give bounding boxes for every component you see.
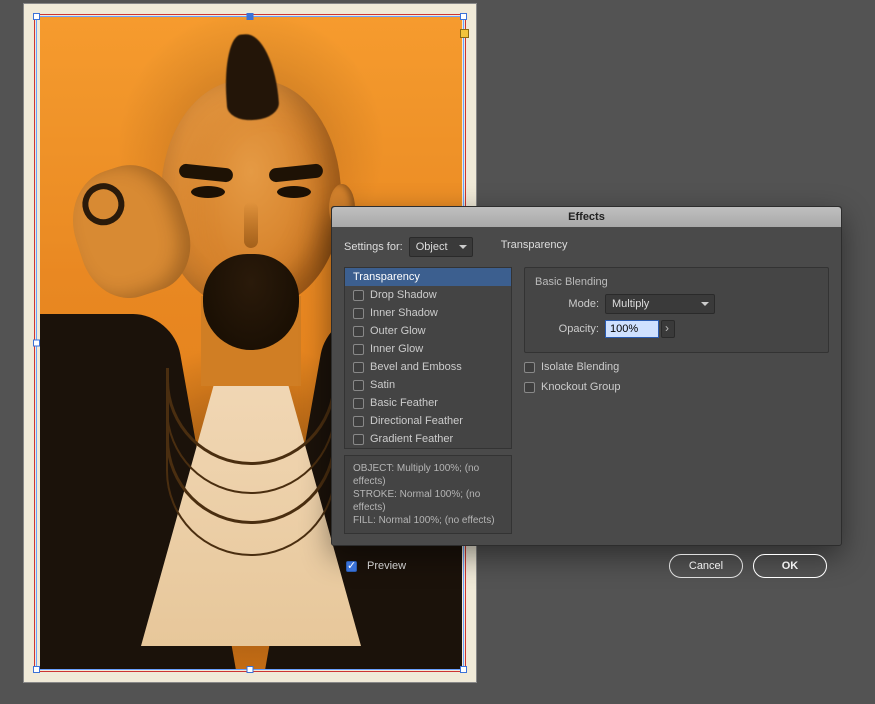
figure-eye-right <box>277 186 311 198</box>
summary-stroke: STROKE: Normal 100%; (no effects) <box>353 488 503 514</box>
effect-outer-glow[interactable]: Outer Glow <box>345 322 511 340</box>
effect-label: Outer Glow <box>370 325 426 337</box>
isolate-blending-checkbox[interactable] <box>524 362 535 373</box>
settings-for-label: Settings for: <box>344 241 403 253</box>
effect-gradient-feather[interactable]: Gradient Feather <box>345 430 511 448</box>
effect-label: Gradient Feather <box>370 433 453 445</box>
effect-drop-shadow[interactable]: Drop Shadow <box>345 286 511 304</box>
summary-fill: FILL: Normal 100%; (no effects) <box>353 514 503 527</box>
knockout-group-row[interactable]: Knockout Group <box>524 381 829 393</box>
opacity-label: Opacity: <box>535 323 599 335</box>
effect-directional-feather[interactable]: Directional Feather <box>345 412 511 430</box>
figure-eye-left <box>191 186 225 198</box>
effect-checkbox[interactable] <box>353 416 364 427</box>
effect-label: Basic Feather <box>370 397 438 409</box>
effect-checkbox[interactable] <box>353 290 364 301</box>
figure-nose <box>244 202 258 248</box>
cancel-button[interactable]: Cancel <box>669 554 743 578</box>
resize-handle-sw[interactable] <box>33 666 40 673</box>
effect-label: Transparency <box>353 271 420 283</box>
summary-object: OBJECT: Multiply 100%; (no effects) <box>353 462 503 488</box>
blend-mode-select[interactable]: Multiply <box>605 294 715 314</box>
effect-checkbox[interactable] <box>353 380 364 391</box>
isolate-blending-label: Isolate Blending <box>541 361 619 373</box>
knockout-group-checkbox[interactable] <box>524 382 535 393</box>
effect-inner-glow[interactable]: Inner Glow <box>345 340 511 358</box>
opacity-stepper[interactable] <box>661 320 675 338</box>
preview-checkbox[interactable] <box>346 561 357 572</box>
basic-blending-title: Basic Blending <box>535 276 818 288</box>
effect-transparency[interactable]: Transparency <box>345 268 511 286</box>
effect-label: Satin <box>370 379 395 391</box>
effect-inner-shadow[interactable]: Inner Shadow <box>345 304 511 322</box>
mode-label: Mode: <box>535 298 599 310</box>
effect-checkbox[interactable] <box>353 434 364 445</box>
effects-list: Transparency Drop Shadow Inner Shadow Ou… <box>344 267 512 449</box>
effect-satin[interactable]: Satin <box>345 376 511 394</box>
effect-label: Inner Glow <box>370 343 423 355</box>
ok-button[interactable]: OK <box>753 554 827 578</box>
effects-summary: OBJECT: Multiply 100%; (no effects) STRO… <box>344 455 512 534</box>
effect-label: Inner Shadow <box>370 307 438 319</box>
effect-label: Bevel and Emboss <box>370 361 462 373</box>
effect-basic-feather[interactable]: Basic Feather <box>345 394 511 412</box>
figure-beard <box>203 254 299 350</box>
transparency-section-title: Transparency <box>501 239 568 251</box>
settings-for-value: Object <box>416 241 448 253</box>
effect-checkbox[interactable] <box>353 308 364 319</box>
effect-checkbox[interactable] <box>353 362 364 373</box>
basic-blending-group: Basic Blending Mode: Multiply Opacity: <box>524 267 829 353</box>
effects-dialog: Effects Settings for: Object Transparenc… <box>331 206 842 546</box>
effect-label: Directional Feather <box>370 415 463 427</box>
effect-bevel-emboss[interactable]: Bevel and Emboss <box>345 358 511 376</box>
preview-label: Preview <box>367 560 406 572</box>
knockout-group-label: Knockout Group <box>541 381 621 393</box>
opacity-input[interactable] <box>605 320 659 338</box>
blend-mode-value: Multiply <box>612 298 649 310</box>
effect-checkbox[interactable] <box>353 344 364 355</box>
effect-label: Drop Shadow <box>370 289 437 301</box>
resize-handle-w[interactable] <box>33 340 40 347</box>
resize-handle-nw[interactable] <box>33 13 40 20</box>
settings-for-select[interactable]: Object <box>409 237 473 257</box>
effect-checkbox[interactable] <box>353 326 364 337</box>
figure-necklaces <box>166 364 336 544</box>
isolate-blending-row[interactable]: Isolate Blending <box>524 361 829 373</box>
dialog-title[interactable]: Effects <box>332 207 841 227</box>
effect-checkbox[interactable] <box>353 398 364 409</box>
